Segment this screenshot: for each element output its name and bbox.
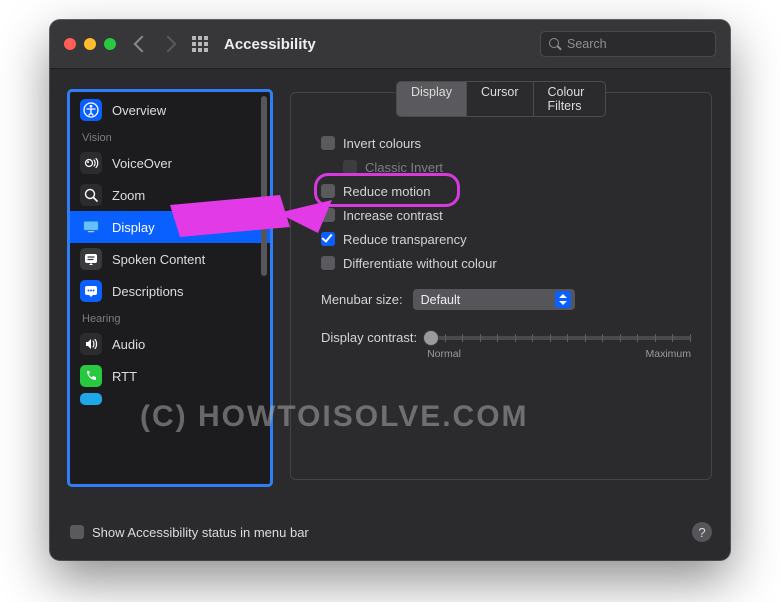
tab-segmented-control: Display Cursor Colour Filters <box>396 81 606 117</box>
window-title: Accessibility <box>224 36 316 53</box>
checkbox-icon <box>70 525 84 539</box>
voiceover-icon <box>80 152 102 174</box>
option-reduce-transparency[interactable]: Reduce transparency <box>321 227 691 251</box>
option-classic-invert: Classic Invert <box>321 155 691 179</box>
minimize-window-button[interactable] <box>84 38 96 50</box>
search-icon <box>549 38 561 50</box>
sidebar-item-label: Display <box>112 220 155 235</box>
show-status-checkbox[interactable]: Show Accessibility status in menu bar <box>92 525 309 540</box>
window-controls <box>64 38 116 50</box>
fullscreen-window-button[interactable] <box>104 38 116 50</box>
chevron-updown-icon <box>555 291 571 308</box>
settings-panel: Display Cursor Colour Filters Invert col… <box>290 92 712 480</box>
sidebar-item-label: RTT <box>112 369 137 384</box>
checkbox-icon <box>321 208 335 222</box>
option-label: Differentiate without colour <box>343 256 497 271</box>
sidebar-item-label: Descriptions <box>112 284 184 299</box>
sidebar-item-rtt[interactable]: RTT <box>70 360 270 392</box>
titlebar: Accessibility Search <box>50 20 730 69</box>
help-button[interactable]: ? <box>692 522 712 542</box>
option-label: Reduce transparency <box>343 232 467 247</box>
option-label: Classic Invert <box>365 160 443 175</box>
option-label: Invert colours <box>343 136 421 151</box>
system-prefs-window: Accessibility Search Overview Vision Voi… <box>50 20 730 560</box>
option-label: Increase contrast <box>343 208 443 223</box>
checkbox-icon <box>321 184 335 198</box>
checkbox-icon <box>343 160 357 174</box>
menubar-size-label: Menubar size: <box>321 292 403 307</box>
sidebar-scrollbar[interactable] <box>261 96 267 276</box>
option-differentiate-without-colour[interactable]: Differentiate without colour <box>321 251 691 275</box>
checkbox-icon <box>321 136 335 150</box>
checkbox-icon <box>321 256 335 270</box>
select-value: Default <box>421 293 461 307</box>
descriptions-icon <box>80 280 102 302</box>
sidebar-section-hearing: Hearing <box>70 307 270 328</box>
sidebar-item-partial[interactable] <box>70 392 270 406</box>
sidebar-item-voiceover[interactable]: VoiceOver <box>70 147 270 179</box>
slider-ticks <box>427 334 691 342</box>
accessibility-icon <box>80 99 102 121</box>
sidebar-item-audio[interactable]: Audio <box>70 328 270 360</box>
display-contrast-slider[interactable]: Normal Maximum <box>427 328 691 358</box>
search-input[interactable]: Search <box>540 31 716 57</box>
display-contrast-label: Display contrast: <box>321 328 417 345</box>
tab-colour-filters[interactable]: Colour Filters <box>534 82 605 116</box>
option-reduce-motion[interactable]: Reduce motion <box>321 179 691 203</box>
category-sidebar: Overview Vision VoiceOver Zoom Display <box>70 92 270 484</box>
partial-icon <box>80 393 102 405</box>
slider-min-label: Normal <box>427 348 461 360</box>
sidebar-item-zoom[interactable]: Zoom <box>70 179 270 211</box>
zoom-icon <box>80 184 102 206</box>
audio-icon <box>80 333 102 355</box>
sidebar-item-label: Spoken Content <box>112 252 205 267</box>
spoken-content-icon <box>80 248 102 270</box>
sidebar-item-label: Zoom <box>112 188 145 203</box>
sidebar-item-descriptions[interactable]: Descriptions <box>70 275 270 307</box>
forward-button[interactable] <box>160 36 177 53</box>
option-increase-contrast[interactable]: Increase contrast <box>321 203 691 227</box>
slider-max-label: Maximum <box>645 348 691 360</box>
display-icon <box>80 216 102 238</box>
search-placeholder: Search <box>567 37 607 51</box>
close-window-button[interactable] <box>64 38 76 50</box>
sidebar-item-spoken-content[interactable]: Spoken Content <box>70 243 270 275</box>
option-invert-colours[interactable]: Invert colours <box>321 131 691 155</box>
nav-buttons <box>136 38 174 50</box>
tab-cursor[interactable]: Cursor <box>467 82 534 116</box>
rtt-icon <box>80 365 102 387</box>
sidebar-section-vision: Vision <box>70 126 270 147</box>
menubar-size-select[interactable]: Default <box>413 289 575 310</box>
sidebar-item-display[interactable]: Display <box>70 211 270 243</box>
slider-knob[interactable] <box>423 330 439 346</box>
sidebar-item-overview[interactable]: Overview <box>70 94 270 126</box>
footer: Show Accessibility status in menu bar ? <box>70 522 712 542</box>
show-all-button[interactable] <box>192 36 208 52</box>
option-label: Reduce motion <box>343 184 430 199</box>
checkbox-icon <box>321 232 335 246</box>
sidebar-item-label: Audio <box>112 337 145 352</box>
sidebar-item-label: VoiceOver <box>112 156 172 171</box>
sidebar-item-label: Overview <box>112 103 166 118</box>
tab-display[interactable]: Display <box>397 82 467 116</box>
back-button[interactable] <box>134 36 151 53</box>
